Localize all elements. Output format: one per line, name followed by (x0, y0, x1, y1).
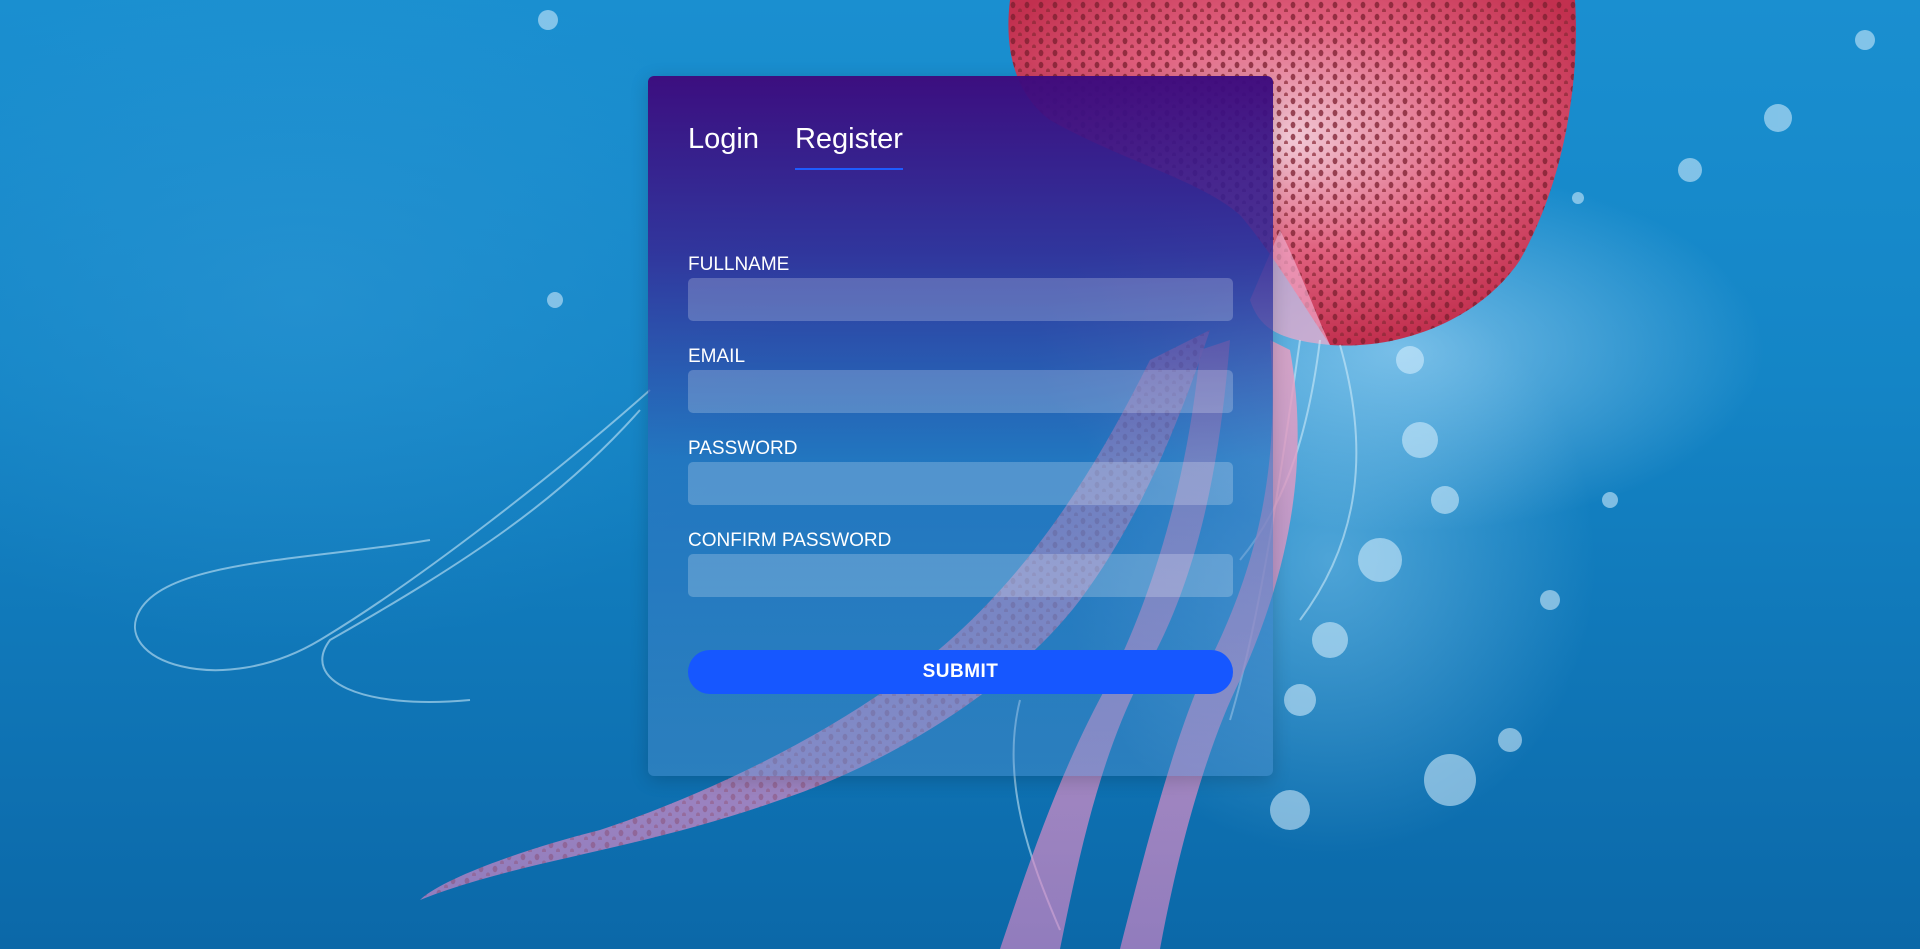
auth-tabs: Login Register (688, 122, 903, 170)
password-label: PASSWORD (688, 438, 798, 459)
background-jellyfish-photo: Login Register FULLNAME EMAIL PASSWORD C… (0, 0, 1920, 949)
password-input[interactable] (688, 462, 1233, 505)
confirm-password-input[interactable] (688, 554, 1233, 597)
confirm-password-field-group: CONFIRM PASSWORD (688, 530, 1233, 597)
tab-register[interactable]: Register (794, 122, 903, 170)
tab-login[interactable]: Login (688, 122, 759, 170)
confirm-password-label: CONFIRM PASSWORD (688, 530, 892, 551)
fullname-input[interactable] (688, 278, 1233, 321)
password-field-group: PASSWORD (688, 438, 1233, 505)
fullname-field-group: FULLNAME (688, 254, 1233, 321)
submit-button[interactable]: SUBMIT (688, 650, 1233, 694)
fullname-label: FULLNAME (688, 254, 790, 275)
email-input[interactable] (688, 370, 1233, 413)
email-field-group: EMAIL (688, 346, 1233, 413)
email-label: EMAIL (688, 346, 746, 367)
auth-card: Login Register FULLNAME EMAIL PASSWORD C… (648, 76, 1273, 776)
